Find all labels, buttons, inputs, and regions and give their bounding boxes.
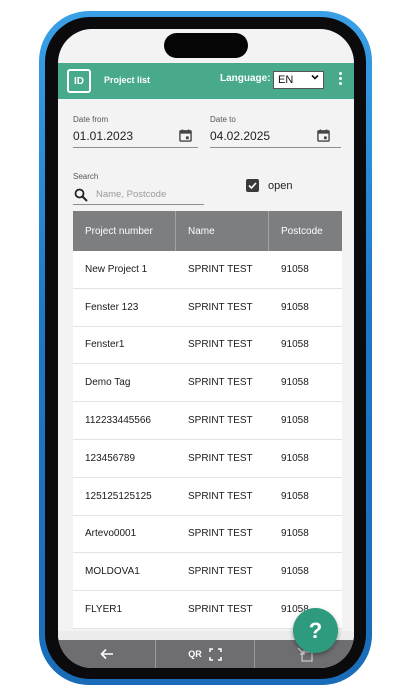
table-cell: 91058 [281, 528, 309, 540]
language-label: Language: [220, 73, 271, 84]
table-row[interactable]: Fenster1 SPRINT TEST 91058 [73, 326, 342, 365]
table-cell: FLYER1 [85, 604, 123, 616]
calendar-icon[interactable] [317, 129, 330, 142]
table-cell: 91058 [281, 452, 309, 464]
table-cell: 91058 [281, 377, 309, 389]
table-cell: 125125125125 [85, 490, 152, 502]
table-cell: 91058 [281, 566, 309, 578]
table-cell: SPRINT TEST [188, 263, 253, 275]
help-button[interactable]: ? [293, 608, 338, 653]
column-postcode[interactable]: Postcode [269, 211, 342, 251]
table-cell: SPRINT TEST [188, 604, 253, 616]
language-select[interactable]: EN [273, 71, 324, 89]
table-row[interactable]: 112233445566 SPRINT TEST 91058 [73, 402, 342, 440]
table-cell: Demo Tag [85, 377, 131, 389]
date-to-label: Date to [210, 115, 236, 124]
table-cell: SPRINT TEST [188, 377, 253, 389]
project-table: Project number Name Postcode New Project… [73, 211, 342, 629]
search-label: Search [73, 172, 99, 181]
table-cell: Fenster 123 [85, 301, 139, 313]
qr-scan-button[interactable]: QR [156, 640, 255, 668]
chevron-down-icon [311, 73, 319, 83]
table-cell: New Project 1 [85, 263, 148, 275]
scan-frame-icon [209, 647, 222, 661]
table-cell: SPRINT TEST [188, 566, 253, 578]
open-label: open [268, 180, 293, 192]
table-cell: 91058 [281, 490, 309, 502]
date-from-underline [73, 147, 198, 148]
table-cell: 91058 [281, 301, 309, 313]
table-cell: 91058 [281, 415, 309, 427]
table-row[interactable]: 125125125125 SPRINT TEST 91058 [73, 477, 342, 516]
app-header: ID Project list Language: EN [58, 63, 354, 99]
table-row[interactable]: Artevo0001 SPRINT TEST 91058 [73, 515, 342, 554]
arrow-left-icon [99, 648, 113, 660]
table-row[interactable]: New Project 1 SPRINT TEST 91058 [73, 251, 342, 289]
camera-notch [164, 33, 248, 58]
open-checkbox[interactable] [246, 179, 259, 192]
language-value: EN [278, 74, 294, 86]
date-from-label: Date from [73, 115, 109, 124]
table-cell: Fenster1 [85, 339, 125, 351]
app-screen: ID Project list Language: EN Date from 0… [58, 29, 354, 668]
table-cell: 112233445566 [85, 415, 151, 427]
table-row[interactable]: Demo Tag SPRINT TEST 91058 [73, 364, 342, 403]
table-cell: SPRINT TEST [188, 415, 253, 427]
app-logo-icon: ID [67, 69, 91, 93]
page-title: Project list [104, 75, 151, 85]
table-cell: SPRINT TEST [188, 339, 253, 351]
check-icon [248, 182, 257, 190]
table-cell: MOLDOVA1 [85, 566, 140, 578]
column-name[interactable]: Name [176, 211, 269, 251]
back-button[interactable] [58, 640, 156, 668]
table-row[interactable]: MOLDOVA1 SPRINT TEST 91058 [73, 553, 342, 592]
date-to-field[interactable]: 04.02.2025 [210, 129, 270, 143]
table-row[interactable]: 123456789 SPRINT TEST 91058 [73, 439, 342, 478]
search-icon [74, 188, 88, 202]
table-header: Project number Name Postcode [73, 211, 342, 251]
calendar-icon[interactable] [179, 129, 192, 142]
table-row[interactable]: Fenster 123 SPRINT TEST 91058 [73, 288, 342, 327]
qr-label: QR [188, 649, 202, 659]
table-body: New Project 1 SPRINT TEST 91058 Fenster 123… [73, 251, 342, 629]
table-cell: SPRINT TEST [188, 301, 253, 313]
search-input[interactable]: Name, Postcode [96, 189, 166, 200]
search-underline [73, 204, 204, 205]
table-cell: Artevo0001 [85, 528, 137, 540]
date-from-field[interactable]: 01.01.2023 [73, 129, 133, 143]
date-to-underline [210, 147, 341, 148]
table-cell: SPRINT TEST [188, 490, 253, 502]
table-cell: SPRINT TEST [188, 452, 253, 464]
table-cell: 91058 [281, 339, 309, 351]
table-cell: 91058 [281, 263, 309, 275]
column-project-number[interactable]: Project number [73, 211, 176, 251]
table-cell: SPRINT TEST [188, 528, 253, 540]
more-menu-icon[interactable] [337, 71, 343, 89]
table-cell: 123456789 [85, 452, 136, 464]
